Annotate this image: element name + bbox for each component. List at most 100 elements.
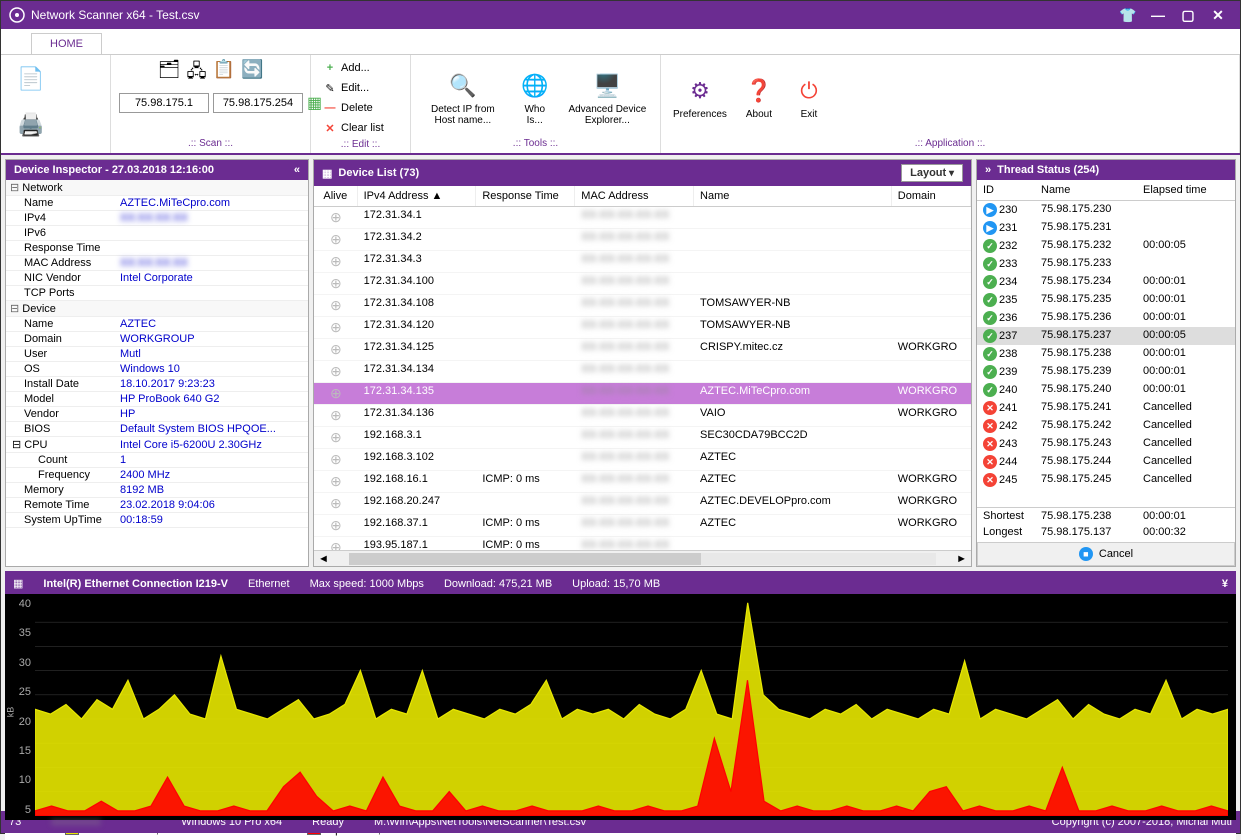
minimize-button[interactable]: — — [1144, 5, 1172, 25]
maximize-button[interactable]: ▢ — [1174, 5, 1202, 25]
title-bar: Network Scanner x64 - Test.csv 👕 — ▢ ✕ — [1, 1, 1240, 29]
scan-refresh-icon[interactable]: 🔄 — [241, 59, 263, 89]
scan-list-icon[interactable]: 📋 — [213, 59, 235, 89]
add-button[interactable]: +Add... — [319, 59, 388, 77]
device-list-body[interactable]: ⊕ 172.31.34.1 XX-XX-XX-XX-XX ⊕ 172.31.34… — [314, 207, 971, 550]
thread-row[interactable]: ✓238 75.98.175.238 00:00:01 — [977, 345, 1235, 363]
col-resp[interactable]: Response Time — [476, 186, 575, 206]
col-alive[interactable]: Alive — [314, 186, 358, 206]
clear-list-button[interactable]: ✕Clear list — [319, 119, 388, 137]
shirt-icon[interactable]: 👕 — [1114, 5, 1142, 25]
adv-explorer-button[interactable]: 🖥️Advanced Device Explorer... — [563, 66, 652, 130]
device-row[interactable]: ⊕ 172.31.34.1 XX-XX-XX-XX-XX — [314, 207, 971, 229]
thread-row[interactable]: ▶230 75.98.175.230 — [977, 201, 1235, 219]
group-network[interactable]: Network — [6, 180, 308, 196]
prop-key: System UpTime — [6, 513, 116, 528]
explorer-icon: 🖥️ — [591, 70, 623, 102]
device-row[interactable]: ⊕ 192.168.3.1 XX-XX-XX-XX-XX SEC30CDA79B… — [314, 427, 971, 449]
thread-row[interactable]: ✕245 75.98.175.245 Cancelled — [977, 471, 1235, 489]
thread-row[interactable]: ▶231 75.98.175.231 — [977, 219, 1235, 237]
cancel-button[interactable]: ■ Cancel — [977, 542, 1235, 566]
thread-row[interactable]: ✓239 75.98.175.239 00:00:01 — [977, 363, 1235, 381]
status-ok-icon: ✓ — [983, 239, 997, 253]
device-list-title: Device List (73) — [338, 167, 419, 179]
device-row[interactable]: ⊕ 193.95.187.1 ICMP: 0 ms XX-XX-XX-XX-XX — [314, 537, 971, 550]
thread-row[interactable]: ✓235 75.98.175.235 00:00:01 — [977, 291, 1235, 309]
thread-row[interactable]: ✓233 75.98.175.233 — [977, 255, 1235, 273]
status-play-icon: ▶ — [983, 203, 997, 217]
globe-icon: ⊕ — [330, 231, 342, 247]
preferences-button[interactable]: ⚙Preferences — [669, 71, 731, 124]
device-row[interactable]: ⊕ 172.31.34.120 XX-XX-XX-XX-XX TOMSAWYER… — [314, 317, 971, 339]
globe-icon: ⊕ — [330, 517, 342, 533]
thread-row[interactable]: ✕244 75.98.175.244 Cancelled — [977, 453, 1235, 471]
device-row[interactable]: ⊕ 172.31.34.100 XX-XX-XX-XX-XX — [314, 273, 971, 295]
prop-key: Domain — [6, 332, 116, 347]
close-button[interactable]: ✕ — [1204, 5, 1232, 25]
collapse-threads-button[interactable]: » — [985, 164, 991, 176]
thread-row[interactable]: ✓236 75.98.175.236 00:00:01 — [977, 309, 1235, 327]
prop-key: MAC Address — [6, 256, 116, 271]
col-thread-name[interactable]: Name — [1035, 180, 1137, 200]
device-row[interactable]: ⊕ 172.31.34.3 XX-XX-XX-XX-XX — [314, 251, 971, 273]
col-thread-time[interactable]: Elapsed time — [1137, 180, 1217, 200]
new-file-button[interactable]: 📄 — [9, 59, 53, 99]
prop-key: Name — [6, 317, 116, 332]
tab-home[interactable]: HOME — [31, 33, 102, 54]
status-err-icon: ✕ — [983, 455, 997, 469]
thread-row[interactable]: ✕242 75.98.175.242 Cancelled — [977, 417, 1235, 435]
prop-value — [116, 286, 308, 301]
exit-button[interactable]: ⏻Exit — [787, 71, 831, 124]
col-mac[interactable]: MAC Address — [575, 186, 694, 206]
col-ip[interactable]: IPv4 Address ▲ — [358, 186, 477, 206]
scan-net-icon[interactable]: 🖧 — [186, 59, 206, 89]
edit-button[interactable]: ✎Edit... — [319, 79, 388, 97]
whois-button[interactable]: 🌐Who Is... — [513, 66, 557, 130]
prop-key: Vendor — [6, 407, 116, 422]
detect-ip-button[interactable]: 🔍Detect IP from Host name... — [419, 66, 507, 130]
status-err-icon: ✕ — [983, 473, 997, 487]
layout-button[interactable]: Layout ▾ — [901, 164, 963, 182]
ip-range-icon[interactable]: 🗂 — [158, 59, 181, 89]
thread-row[interactable]: ✓234 75.98.175.234 00:00:01 — [977, 273, 1235, 291]
thread-row[interactable]: ✕241 75.98.175.241 Cancelled — [977, 399, 1235, 417]
thread-row[interactable]: ✓237 75.98.175.237 00:00:05 — [977, 327, 1235, 345]
device-row[interactable]: ⊕ 172.31.34.136 XX-XX-XX-XX-XX VAIO WORK… — [314, 405, 971, 427]
thread-row[interactable]: ✓240 75.98.175.240 00:00:01 — [977, 381, 1235, 399]
globe-icon: ⊕ — [330, 385, 342, 401]
app-icon — [9, 7, 25, 23]
prop-key: User — [6, 347, 116, 362]
group-device[interactable]: Device — [6, 301, 308, 317]
ip-to-input[interactable] — [213, 93, 303, 113]
horizontal-scrollbar[interactable]: ◄► — [314, 550, 971, 566]
prop-key: Frequency — [6, 468, 116, 483]
col-thread-id[interactable]: ID — [977, 180, 1035, 200]
prop-value: XX:XX:XX:XX — [116, 256, 308, 271]
group-app-label: .:: Application ::. — [669, 136, 1231, 149]
device-row[interactable]: ⊕ 172.31.34.134 XX-XX-XX-XX-XX — [314, 361, 971, 383]
device-row[interactable]: ⊕ 192.168.37.1 ICMP: 0 ms XX-XX-XX-XX-XX… — [314, 515, 971, 537]
ip-from-input[interactable] — [119, 93, 209, 113]
thread-row[interactable]: ✓232 75.98.175.232 00:00:05 — [977, 237, 1235, 255]
prop-value: AZTEC.MiTeCpro.com — [116, 196, 308, 211]
delete-button[interactable]: —Delete — [319, 99, 388, 117]
col-name[interactable]: Name — [694, 186, 892, 206]
thread-row[interactable]: ✕243 75.98.175.243 Cancelled — [977, 435, 1235, 453]
print-button[interactable]: 🖨️ — [9, 105, 53, 145]
col-domain[interactable]: Domain — [892, 186, 971, 206]
device-row[interactable]: ⊕ 192.168.3.102 XX-XX-XX-XX-XX AZTEC — [314, 449, 971, 471]
device-row[interactable]: ⊕ 172.31.34.108 XX-XX-XX-XX-XX TOMSAWYER… — [314, 295, 971, 317]
collapse-inspector-button[interactable]: « — [294, 164, 300, 176]
globe-icon: ⊕ — [330, 429, 342, 445]
prop-key: ⊟ CPU — [6, 437, 116, 453]
device-row[interactable]: ⊕ 172.31.34.125 XX-XX-XX-XX-XX CRISPY.mi… — [314, 339, 971, 361]
device-row[interactable]: ⊕ 192.168.16.1 ICMP: 0 ms XX-XX-XX-XX-XX… — [314, 471, 971, 493]
device-row[interactable]: ⊕ 172.31.34.2 XX-XX-XX-XX-XX — [314, 229, 971, 251]
pencil-icon: ✎ — [323, 81, 337, 95]
about-button[interactable]: ❓About — [737, 71, 781, 124]
device-row[interactable]: ⊕ 192.168.20.247 XX-XX-XX-XX-XX AZTEC.DE… — [314, 493, 971, 515]
collapse-network-button[interactable]: ¥ — [1222, 578, 1228, 590]
device-row[interactable]: ⊕ 172.31.34.135 XX-XX-XX-XX-XX AZTEC.MiT… — [314, 383, 971, 405]
thread-list-body[interactable]: ▶230 75.98.175.230 ▶231 75.98.175.231 ✓2… — [977, 201, 1235, 507]
prop-value: 00:18:59 — [116, 513, 308, 528]
